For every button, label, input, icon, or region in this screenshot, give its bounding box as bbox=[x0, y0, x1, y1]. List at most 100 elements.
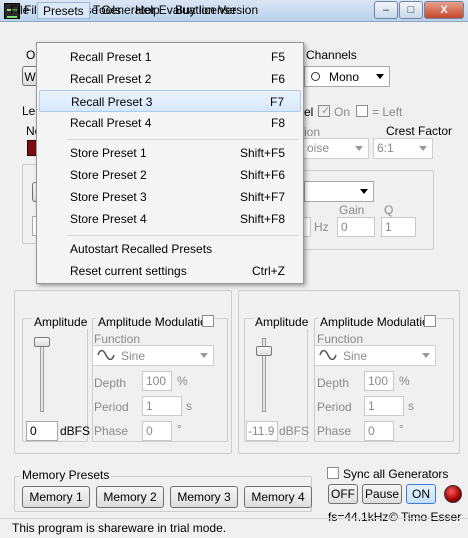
function-label-1: Function bbox=[94, 332, 141, 346]
depth-unit-2: % bbox=[399, 374, 410, 388]
depth-unit-1: % bbox=[177, 374, 188, 388]
amplitude-slider-thumb-1[interactable] bbox=[34, 337, 50, 347]
am-checkbox-1[interactable] bbox=[202, 315, 214, 327]
pause-button[interactable]: Pause bbox=[362, 484, 402, 504]
depth-label-1: Depth bbox=[94, 376, 127, 390]
reset-settings-item[interactable]: Reset current settings Ctrl+Z bbox=[39, 260, 301, 282]
off-button[interactable]: OFF bbox=[328, 484, 358, 504]
q-field[interactable]: 1 bbox=[381, 217, 416, 237]
period-label-1: Period bbox=[94, 400, 129, 414]
channels-label: Channels bbox=[306, 48, 357, 62]
left-label: = Left bbox=[372, 105, 403, 119]
chevron-down-icon bbox=[376, 74, 384, 79]
phase-label-1: Phase bbox=[94, 424, 129, 438]
function-value-1: Sine bbox=[121, 349, 146, 363]
menu-separator bbox=[67, 235, 299, 236]
period-field-2[interactable]: 1 bbox=[364, 396, 404, 416]
amplitude-slider-thumb-2[interactable] bbox=[256, 346, 272, 356]
presets-dropdown: Recall Preset 1 F5 Recall Preset 2 F6 Reca… bbox=[36, 42, 304, 284]
crest-factor-select[interactable]: 6:1 bbox=[373, 138, 433, 159]
dbfs-unit-1: dBFS bbox=[60, 424, 91, 438]
on-checkbox[interactable]: ✓ bbox=[318, 105, 330, 117]
amplitude-field-1[interactable]: 0 bbox=[26, 421, 58, 441]
dbfs-unit-2: dBFS bbox=[279, 424, 310, 438]
period-field-1[interactable]: 1 bbox=[142, 396, 182, 416]
frequency-field[interactable] bbox=[303, 217, 311, 237]
sine-wave-icon bbox=[97, 350, 115, 360]
hz-label: Hz bbox=[314, 220, 329, 234]
autostart-recalled-presets-item[interactable]: Autostart Recalled Presets bbox=[39, 238, 301, 260]
partial-label-ion: ion bbox=[304, 125, 321, 139]
q-label: Q bbox=[384, 203, 394, 217]
store-preset-2-item[interactable]: Store Preset 2 Shift+F6 bbox=[39, 164, 301, 186]
chevron-down-icon bbox=[360, 189, 368, 194]
phase-unit-1: ° bbox=[177, 422, 182, 436]
amplitude-field-2[interactable]: -11.9 bbox=[246, 421, 278, 441]
chevron-down-icon bbox=[422, 353, 430, 358]
period-unit-2: s bbox=[408, 399, 414, 413]
menu-separator bbox=[67, 139, 299, 140]
amplitude-slider-track-1[interactable] bbox=[40, 338, 44, 412]
phase-field-1[interactable]: 0 bbox=[142, 421, 172, 441]
period-label-2: Period bbox=[317, 400, 352, 414]
chevron-down-icon bbox=[419, 146, 427, 151]
recall-preset-3-item[interactable]: Recall Preset 3 F7 bbox=[39, 90, 301, 112]
period-unit-1: s bbox=[186, 399, 192, 413]
status-text: This program is shareware in trial mode. bbox=[12, 521, 227, 535]
on-label: On bbox=[334, 105, 351, 119]
menu-tools[interactable]: Tools bbox=[88, 2, 126, 19]
close-button[interactable]: X bbox=[424, 1, 464, 19]
menu-bar bbox=[0, 22, 468, 42]
recall-preset-2-item[interactable]: Recall Preset 2 F6 bbox=[39, 68, 301, 90]
mono-icon bbox=[311, 72, 320, 81]
gain-label: Gain bbox=[339, 203, 365, 217]
minimize-button[interactable]: – bbox=[374, 1, 398, 19]
partial-label-o: O bbox=[26, 48, 36, 62]
amplitude-label-1: Amplitude bbox=[32, 315, 90, 329]
sync-checkbox[interactable] bbox=[327, 467, 339, 479]
gain-field[interactable]: 0 bbox=[337, 217, 375, 237]
memory-presets-title: Memory Presets bbox=[20, 468, 112, 482]
noise-type-select[interactable]: oise bbox=[303, 138, 369, 159]
phase-field-2[interactable]: 0 bbox=[364, 421, 394, 441]
menu-file[interactable]: File bbox=[5, 2, 34, 19]
noise-type-value: oise bbox=[307, 141, 330, 155]
memory-1-button[interactable]: Memory 1 bbox=[22, 486, 90, 508]
store-preset-4-item[interactable]: Store Preset 4 Shift+F8 bbox=[39, 208, 301, 230]
left-checkbox[interactable] bbox=[356, 105, 368, 117]
partial-label-le: Le bbox=[22, 104, 36, 118]
crest-factor-value: 6:1 bbox=[377, 141, 394, 155]
store-preset-3-item[interactable]: Store Preset 3 Shift+F7 bbox=[39, 186, 301, 208]
menu-buy-license[interactable]: Buy license bbox=[170, 2, 241, 19]
menu-presets[interactable]: Presets bbox=[37, 2, 90, 19]
depth-label-2: Depth bbox=[317, 376, 350, 390]
maximize-button[interactable]: □ bbox=[399, 1, 423, 19]
crest-factor-label: Crest Factor bbox=[386, 124, 453, 138]
function-select-1[interactable]: Sine bbox=[92, 345, 214, 366]
function-select-2[interactable]: Sine bbox=[314, 345, 436, 366]
recall-preset-1-item[interactable]: Recall Preset 1 F5 bbox=[39, 46, 301, 68]
filter-type-select[interactable] bbox=[304, 181, 374, 202]
phase-unit-2: ° bbox=[399, 422, 404, 436]
am-checkbox-2[interactable] bbox=[424, 315, 436, 327]
on-button[interactable]: ON bbox=[406, 484, 436, 504]
memory-3-button[interactable]: Memory 3 bbox=[170, 486, 238, 508]
recall-preset-4-item[interactable]: Recall Preset 4 F8 bbox=[39, 112, 301, 134]
store-preset-1-item[interactable]: Store Preset 1 Shift+F5 bbox=[39, 142, 301, 164]
amplitude-label-2: Amplitude bbox=[253, 315, 311, 329]
am-label-2: Amplitude Modulation bbox=[318, 315, 438, 329]
partial-label-el: el bbox=[304, 105, 314, 119]
depth-field-1[interactable]: 100 bbox=[142, 371, 172, 391]
sine-wave-icon bbox=[319, 350, 337, 360]
memory-4-button[interactable]: Memory 4 bbox=[244, 486, 312, 508]
channels-select[interactable]: Mono bbox=[304, 66, 390, 87]
phase-label-2: Phase bbox=[317, 424, 352, 438]
check-icon: ✓ bbox=[321, 105, 331, 117]
depth-field-2[interactable]: 100 bbox=[364, 371, 394, 391]
status-led-icon bbox=[444, 485, 462, 503]
chevron-down-icon bbox=[200, 353, 208, 358]
function-label-2: Function bbox=[317, 332, 364, 346]
menu-help[interactable]: Help bbox=[130, 2, 165, 19]
channels-value: Mono bbox=[329, 70, 360, 84]
memory-2-button[interactable]: Memory 2 bbox=[96, 486, 164, 508]
